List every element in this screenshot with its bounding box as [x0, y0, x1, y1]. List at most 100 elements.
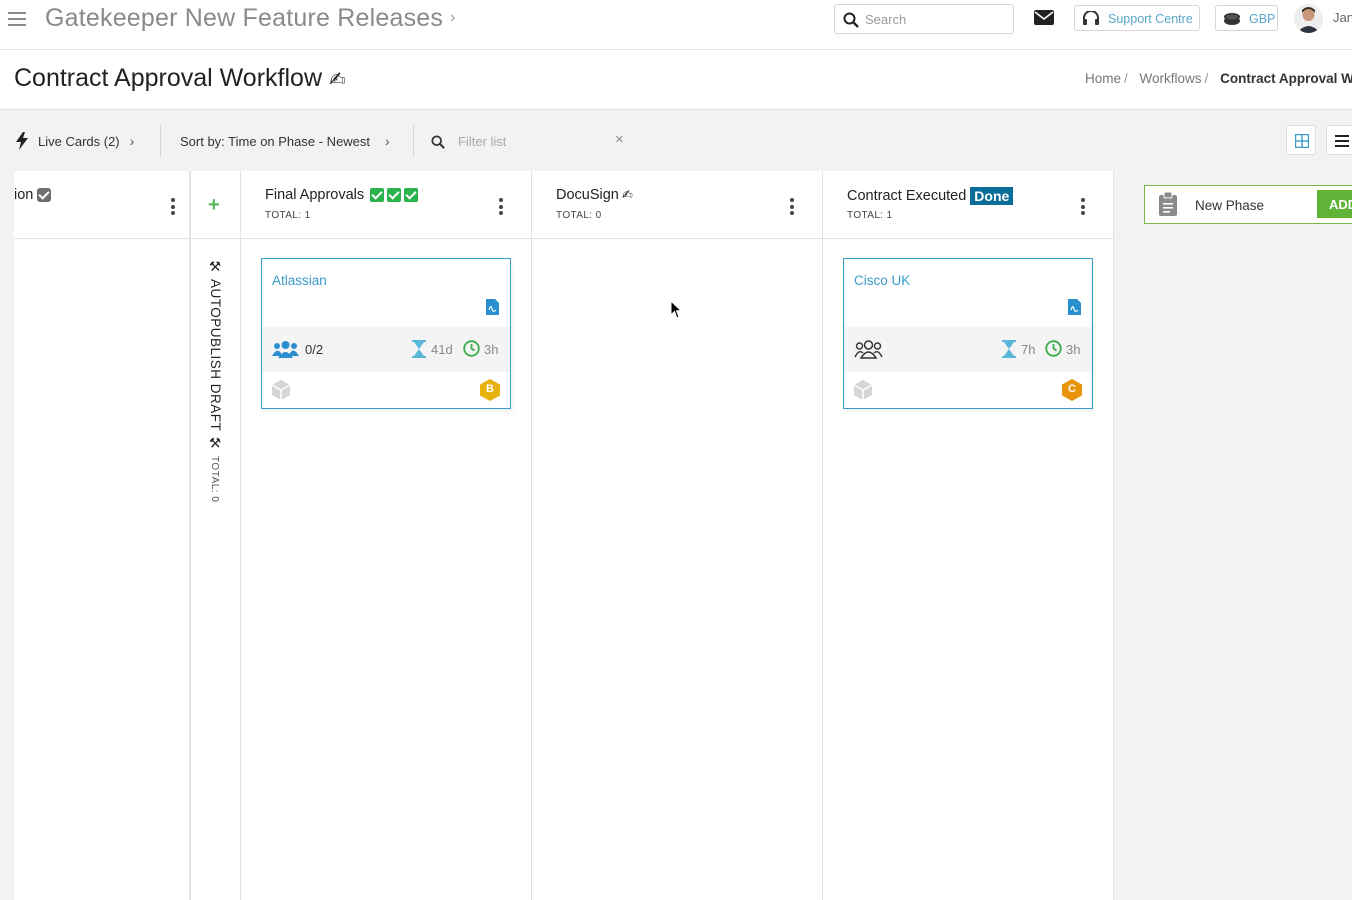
new-phase-input[interactable] — [1195, 195, 1315, 215]
grade-badge: B — [480, 379, 500, 401]
live-cards-toggle[interactable]: Live Cards (2) › — [16, 131, 134, 151]
divider — [413, 125, 414, 157]
clipboard-icon — [1159, 192, 1177, 216]
breadcrumb-workflows[interactable]: Workflows — [1140, 71, 1202, 86]
avatar[interactable] — [1294, 4, 1323, 33]
phase-title: Contract Executed Done — [847, 187, 1014, 205]
phase-menu-icon[interactable] — [171, 198, 175, 218]
phase-total: TOTAL: 1 — [847, 210, 893, 221]
phase-column-docusign: DocuSign ✍ TOTAL: 0 — [532, 171, 823, 900]
workflow-card-cisco-uk[interactable]: Cisco UK 7h 3h C — [843, 258, 1093, 409]
writing-hand-icon: ✍ — [621, 187, 633, 202]
page-title-text: Contract Approval Workflow — [14, 64, 322, 92]
time-remaining: 3h — [1066, 342, 1081, 357]
page-header: Contract Approval Workflow ✍ Home / Workf… — [0, 50, 1352, 110]
phase-title: ion — [14, 187, 52, 203]
phase-title: Final Approvals — [265, 187, 419, 203]
people-icon — [272, 341, 299, 358]
list-icon — [1335, 135, 1349, 147]
card-title[interactable]: Cisco UK — [854, 273, 910, 288]
time-on-phase: 7h — [1021, 342, 1036, 357]
pdf-file-icon[interactable] — [486, 299, 499, 315]
phase-header: Final Approvals TOTAL: 1 — [241, 171, 531, 239]
currency-button[interactable]: GBP — [1215, 5, 1278, 31]
phase-title-text: ion — [14, 187, 34, 203]
people-count: 0/2 — [305, 342, 324, 357]
breadcrumb-separator: / — [1204, 71, 1209, 86]
collapsed-phase-title: ⚒ AUTOPUBLISH DRAFT ⚒ — [208, 259, 223, 452]
headset-icon — [1083, 11, 1099, 25]
phase-title-text: Contract Executed — [847, 188, 967, 204]
phase-menu-icon[interactable] — [499, 198, 503, 218]
clock-icon — [1045, 340, 1062, 357]
phase-menu-icon[interactable] — [790, 198, 794, 218]
phase-column-collapsed[interactable]: + ⚒ AUTOPUBLISH DRAFT ⚒ — [190, 171, 241, 900]
chevron-right-icon[interactable]: › — [450, 9, 455, 27]
phase-header: DocuSign ✍ TOTAL: 0 — [532, 171, 822, 239]
lightning-icon — [16, 132, 28, 150]
done-badge: Done — [970, 187, 1014, 205]
phase-column-contract-executed: Contract Executed Done TOTAL: 1 Cisco UK… — [823, 171, 1114, 900]
chevron-right-icon: › — [129, 133, 135, 149]
package-icon — [854, 380, 872, 400]
search-input[interactable]: Search — [834, 4, 1014, 34]
breadcrumb-separator: / — [1124, 71, 1128, 86]
board-view-button[interactable] — [1286, 125, 1316, 155]
list-view-button[interactable] — [1326, 125, 1352, 155]
search-placeholder: Search — [865, 12, 907, 27]
phase-title-text: Final Approvals — [265, 187, 365, 203]
card-title[interactable]: Atlassian — [272, 273, 327, 288]
grade-letter: C — [1068, 383, 1076, 395]
pdf-file-icon[interactable] — [1068, 299, 1081, 315]
time-remaining: 3h — [484, 342, 499, 357]
divider — [160, 125, 161, 157]
add-phase-button[interactable]: ADD — [1317, 190, 1352, 218]
check-mark-icon — [370, 188, 385, 202]
user-name[interactable]: Jan — [1333, 10, 1352, 25]
search-icon — [431, 135, 445, 149]
check-mark-icon — [387, 188, 402, 202]
clear-filter-icon[interactable]: × — [615, 131, 624, 148]
live-cards-label: Live Cards (2) — [38, 133, 120, 149]
breadcrumb-current: Contract Approval W — [1220, 71, 1352, 86]
people-outline-icon — [854, 340, 883, 359]
phase-column-partial: ion — [14, 171, 190, 900]
app-title[interactable]: Gatekeeper New Feature Releases — [45, 4, 443, 33]
writing-hand-icon: ✍ — [328, 69, 346, 91]
phase-menu-icon[interactable] — [1081, 198, 1085, 218]
hourglass-icon — [412, 340, 426, 358]
workflow-card-atlassian[interactable]: Atlassian 0/2 41d 3h B — [261, 258, 511, 409]
collapsed-phase-total: TOTAL: 0 — [209, 456, 220, 503]
new-phase-form: ADD — [1144, 185, 1352, 224]
top-bar: Gatekeeper New Feature Releases › Search… — [0, 0, 1352, 50]
mail-icon[interactable] — [1034, 10, 1054, 25]
grade-letter: B — [486, 383, 494, 395]
grid-icon — [1295, 134, 1309, 148]
chevron-right-icon[interactable]: › — [385, 133, 390, 149]
mouse-cursor-icon — [671, 301, 683, 319]
coins-icon — [1224, 13, 1240, 25]
support-centre-label: Support Centre — [1108, 12, 1193, 26]
add-card-button[interactable]: + — [208, 194, 220, 217]
phase-total: TOTAL: 1 — [265, 210, 311, 221]
package-icon — [272, 380, 290, 400]
grade-badge: C — [1062, 379, 1082, 401]
hourglass-icon — [1002, 340, 1016, 358]
card-stats: 7h 3h — [844, 327, 1092, 372]
phase-total: TOTAL: 0 — [556, 210, 602, 221]
hamburger-menu-icon[interactable] — [8, 12, 26, 26]
divider — [191, 238, 240, 239]
sort-by-dropdown[interactable]: Sort by: Time on Phase - Newest — [180, 134, 370, 149]
board-toolbar: Live Cards (2) › Sort by: Time on Phase … — [0, 111, 1352, 171]
search-icon — [843, 12, 859, 28]
phase-title: DocuSign ✍ — [556, 187, 633, 203]
phase-title-text: DocuSign — [556, 187, 619, 203]
card-stats: 0/2 41d 3h — [262, 327, 510, 372]
kanban-board: ion + ⚒ AUTOPUBLISH DRAFT ⚒ TOTAL: 0 Fin… — [14, 171, 1114, 900]
phase-column-final-approvals: Final Approvals TOTAL: 1 Atlassian 0/2 4… — [241, 171, 532, 900]
filter-list-input[interactable] — [450, 129, 610, 153]
support-centre-button[interactable]: Support Centre — [1074, 5, 1200, 31]
breadcrumb-home[interactable]: Home — [1085, 71, 1121, 86]
page-title: Contract Approval Workflow ✍ — [14, 64, 346, 93]
check-mark-icon — [404, 188, 419, 202]
